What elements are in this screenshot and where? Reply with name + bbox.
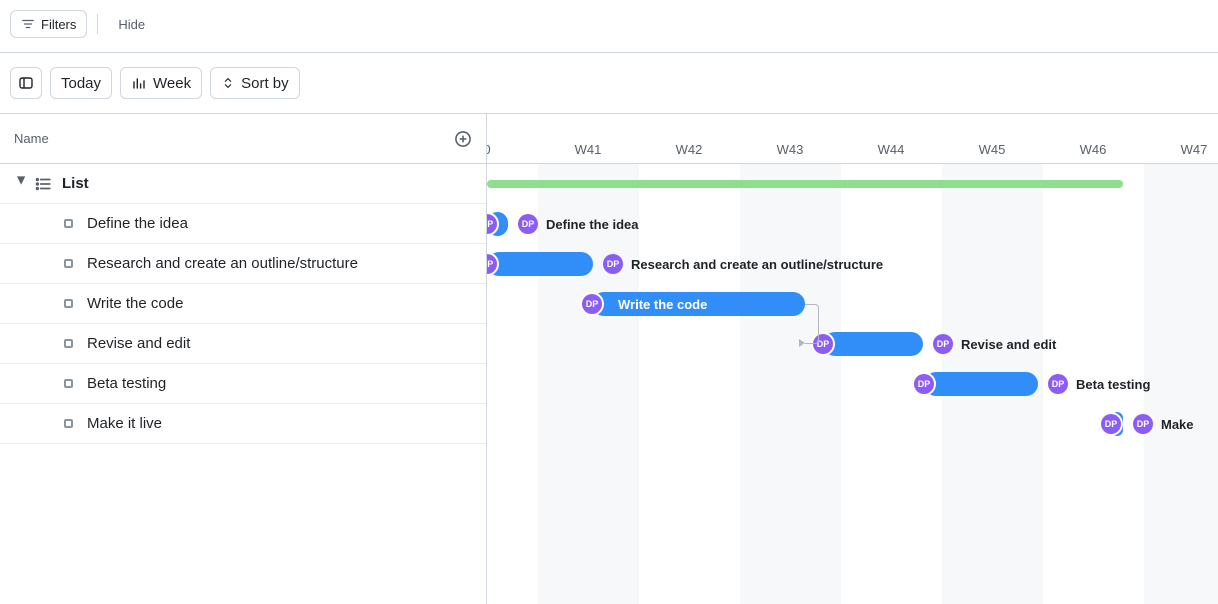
assignee-avatar: DP xyxy=(487,214,497,234)
task-bar-label: Revise and edit xyxy=(961,337,1056,352)
task-row[interactable]: Revise and edit xyxy=(0,324,486,364)
status-checkbox[interactable] xyxy=(64,419,73,428)
task-bar[interactable]: DP DP Define the idea xyxy=(487,212,508,236)
summary-bar[interactable] xyxy=(487,180,1123,188)
task-bar[interactable]: DP Write the code xyxy=(592,292,805,316)
week-label: W46 xyxy=(1080,142,1107,157)
task-row[interactable]: Make it live xyxy=(0,404,486,444)
hide-label: Hide xyxy=(118,17,145,32)
assignee-avatar: DP xyxy=(582,294,602,314)
assignee-avatar: DP xyxy=(603,254,623,274)
timeline-pane[interactable]: 0W41W42W43W44W45W46W472024 Nov DP DP Def… xyxy=(487,114,1218,604)
today-label: Today xyxy=(61,75,101,92)
separator xyxy=(97,14,98,34)
week-label: W45 xyxy=(979,142,1006,157)
assignee-avatar: DP xyxy=(1048,374,1068,394)
task-bar-label: Make xyxy=(1161,417,1194,432)
today-button[interactable]: Today xyxy=(50,67,112,99)
sortby-label: Sort by xyxy=(241,75,289,92)
status-checkbox[interactable] xyxy=(64,379,73,388)
sortby-button[interactable]: Sort by xyxy=(210,67,300,99)
assignee-avatar: DP xyxy=(914,374,934,394)
filters-button[interactable]: Filters xyxy=(10,10,87,38)
assignee-avatar: DP xyxy=(487,254,497,274)
task-bar-label: Write the code xyxy=(618,297,707,312)
hide-button[interactable]: Hide xyxy=(108,10,155,38)
task-row[interactable]: Write the code xyxy=(0,284,486,324)
task-bar-label: Beta testing xyxy=(1076,377,1150,392)
task-row[interactable]: Research and create an outline/structure xyxy=(0,244,486,284)
scale-label: Week xyxy=(153,75,191,92)
task-name: Revise and edit xyxy=(87,335,190,352)
status-checkbox[interactable] xyxy=(64,339,73,348)
task-bar-label: Research and create an outline/structure xyxy=(631,257,883,272)
assignee-avatar: DP xyxy=(518,214,538,234)
assignee-avatar: DP xyxy=(1101,414,1121,434)
week-label: 0 xyxy=(487,142,491,157)
week-label: W41 xyxy=(575,142,602,157)
filter-icon xyxy=(21,17,35,31)
sort-icon xyxy=(221,76,235,90)
task-bar[interactable]: DP DP Beta testing xyxy=(924,372,1038,396)
sidebar-toggle-button[interactable] xyxy=(10,67,42,99)
assignee-avatar: DP xyxy=(1133,414,1153,434)
scale-icon xyxy=(131,75,147,91)
task-bar[interactable]: DP DP Revise and edit xyxy=(823,332,923,356)
week-label: W42 xyxy=(676,142,703,157)
group-header[interactable]: ▶ List xyxy=(0,164,486,204)
sidebar-icon xyxy=(18,75,34,91)
task-name: Make it live xyxy=(87,415,162,432)
task-row[interactable]: Define the idea xyxy=(0,204,486,244)
task-bar[interactable]: DP DP Research and create an outline/str… xyxy=(487,252,593,276)
task-bar[interactable]: DP DP Make xyxy=(1111,412,1123,436)
scale-button[interactable]: Week xyxy=(120,67,202,99)
task-name: Define the idea xyxy=(87,215,188,232)
status-checkbox[interactable] xyxy=(64,259,73,268)
column-name-label: Name xyxy=(14,131,49,146)
chevron-down-icon: ▶ xyxy=(16,177,27,191)
task-row[interactable]: Beta testing xyxy=(0,364,486,404)
week-label: W43 xyxy=(777,142,804,157)
task-name: Beta testing xyxy=(87,375,166,392)
task-bar-label: Define the idea xyxy=(546,217,638,232)
filters-label: Filters xyxy=(41,17,76,32)
week-label: W44 xyxy=(878,142,905,157)
group-title: List xyxy=(62,175,89,192)
add-column-button[interactable] xyxy=(454,130,472,148)
assignee-avatar: DP xyxy=(933,334,953,354)
task-name: Research and create an outline/structure xyxy=(87,255,358,272)
assignee-avatar: DP xyxy=(813,334,833,354)
status-checkbox[interactable] xyxy=(64,299,73,308)
list-icon xyxy=(34,175,52,193)
task-name: Write the code xyxy=(87,295,183,312)
list-pane: Name ▶ List Define the idea Research and… xyxy=(0,114,487,604)
week-label: W47 xyxy=(1181,142,1208,157)
status-checkbox[interactable] xyxy=(64,219,73,228)
